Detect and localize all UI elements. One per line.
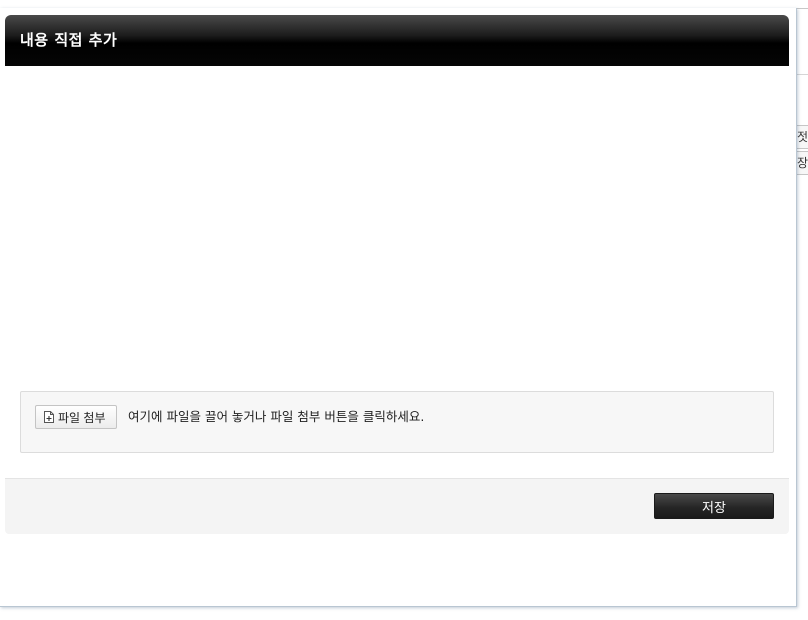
modal-footer: 저장 (5, 478, 789, 534)
file-plus-icon (44, 411, 54, 423)
modal-title: 내용 직접 추가 (20, 31, 118, 49)
attach-file-button[interactable]: 파일 첨부 (35, 405, 117, 429)
background-right-strip: 젓 장 (796, 74, 808, 181)
attach-file-button-label: 파일 첨부 (58, 410, 106, 425)
modal-content: 파일 첨부 여기에 파일을 끌어 놓거나 파일 첨부 버튼을 클릭하세요. (5, 66, 789, 478)
content-add-modal: 내용 직접 추가 파일 첨부 여기에 파일을 끌어 놓거나 파일 첨부 버튼을 … (0, 8, 797, 607)
background-fragment-2: 장 (796, 151, 808, 175)
dropzone-hint: 여기에 파일을 끌어 놓거나 파일 첨부 버튼을 클릭하세요. (128, 409, 425, 424)
save-button[interactable]: 저장 (654, 493, 774, 519)
modal-header: 내용 직접 추가 (5, 15, 789, 66)
file-dropzone[interactable]: 파일 첨부 여기에 파일을 끌어 놓거나 파일 첨부 버튼을 클릭하세요. (20, 391, 774, 453)
background-fragment-1: 젓 (796, 125, 808, 149)
